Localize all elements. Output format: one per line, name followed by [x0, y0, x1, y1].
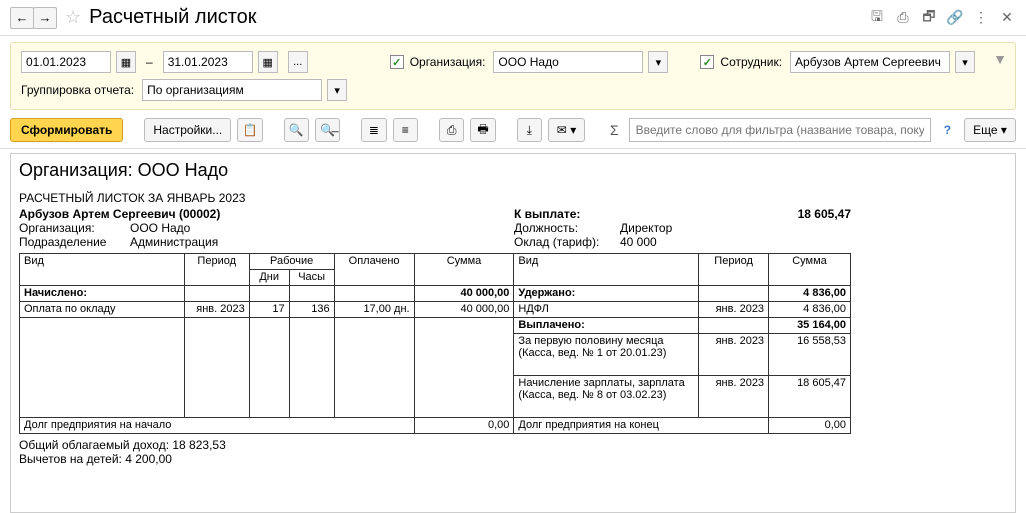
accrued-row-name: Оплата по окладу	[20, 302, 185, 318]
paid-row1-sum: 16 558,53	[769, 334, 851, 376]
emp-label: Сотрудник:	[720, 55, 782, 69]
withheld-row-period: янв. 2023	[699, 302, 769, 318]
withheld-row-sum: 4 836,00	[769, 302, 851, 318]
paid-row1-period: янв. 2023	[699, 334, 769, 376]
paid-total: 35 164,00	[769, 318, 851, 334]
col-summa-left: Сумма	[414, 254, 514, 286]
period-picker-button[interactable]: ...	[288, 51, 308, 73]
emp-checkbox[interactable]: ✓	[700, 55, 714, 69]
form-button[interactable]: Сформировать	[10, 118, 123, 142]
group-select[interactable]: По организациям	[142, 79, 322, 101]
col-dni: Дни	[249, 270, 289, 286]
print-settings-button[interactable]: 🖶	[470, 118, 495, 142]
col-period-right: Период	[699, 254, 769, 286]
link-icon[interactable]: 🔗	[946, 9, 964, 27]
report-period-line: РАСЧЕТНЫЙ ЛИСТОК ЗА ЯНВАРЬ 2023	[19, 191, 1007, 205]
org-checkbox[interactable]: ✓	[390, 55, 404, 69]
accrued-total: 40 000,00	[414, 286, 514, 302]
paid-row2-period: янв. 2023	[699, 376, 769, 418]
org-info-value: ООО Надо	[130, 221, 190, 235]
favorite-icon[interactable]: ☆	[65, 7, 81, 28]
report-org-title: Организация: ООО Надо	[19, 160, 1007, 181]
withheld-label: Удержано:	[514, 286, 699, 302]
group-dropdown-button[interactable]: ▾	[327, 79, 347, 101]
employee-name: Арбузов Артем Сергеевич (00002)	[19, 207, 514, 221]
deductions-line: Вычетов на детей: 4 200,00	[19, 452, 1007, 466]
mail-button[interactable]: ✉ ▾	[548, 118, 585, 142]
accrued-row-sum: 40 000,00	[414, 302, 514, 318]
accrued-row-paid: 17,00 дн.	[334, 302, 414, 318]
print-button[interactable]: ⎙	[439, 118, 464, 142]
org-select[interactable]: ООО Надо	[493, 51, 643, 73]
col-oplacheno: Оплачено	[334, 254, 414, 286]
copy-settings-button[interactable]: 📋	[237, 118, 262, 142]
accrued-row-hours: 136	[289, 302, 334, 318]
help-button[interactable]: ?	[937, 118, 958, 142]
more-icon[interactable]: ⋮	[972, 9, 990, 27]
col-vid-right: Вид	[514, 254, 699, 286]
paid-row2-sum: 18 605,47	[769, 376, 851, 418]
org-info-label: Организация:	[19, 221, 124, 235]
withheld-row-name: НДФЛ	[514, 302, 699, 318]
date-dash: –	[146, 55, 153, 69]
col-chasy: Часы	[289, 270, 334, 286]
dept-info-value: Администрация	[130, 235, 218, 249]
save-icon[interactable]: 🖫	[868, 9, 886, 27]
col-period-left: Период	[184, 254, 249, 286]
taxable-income-line: Общий облагаемый доход: 18 823,53	[19, 438, 1007, 452]
withheld-total: 4 836,00	[769, 286, 851, 302]
collapse-button[interactable]: ≡	[393, 118, 418, 142]
payout-label: К выплате:	[514, 207, 614, 221]
group-label: Группировка отчета:	[21, 83, 134, 97]
expand-button[interactable]: ≣	[361, 118, 386, 142]
org-label: Организация:	[410, 55, 486, 69]
position-value: Директор	[620, 221, 672, 235]
paid-label: Выплачено:	[514, 318, 699, 334]
paid-row1-name: За первую половину месяца (Касса, вед. №…	[514, 334, 699, 376]
debt-start-value: 0,00	[414, 418, 514, 434]
date-from-calendar-button[interactable]: ▦	[116, 51, 136, 73]
date-from-input[interactable]	[21, 51, 111, 73]
date-to-calendar-button[interactable]: ▦	[258, 51, 278, 73]
dept-info-label: Подразделение	[19, 235, 124, 249]
col-summa-right: Сумма	[769, 254, 851, 286]
nav-forward-button[interactable]: →	[33, 7, 57, 29]
payroll-table: Вид Период Рабочие Оплачено Сумма Вид Пе…	[19, 253, 851, 434]
settings-button[interactable]: Настройки...	[144, 118, 231, 142]
report-viewport[interactable]: Организация: ООО Надо РАСЧЕТНЫЙ ЛИСТОК З…	[10, 153, 1016, 513]
filter-search-input[interactable]	[629, 118, 931, 142]
salary-label: Оклад (тариф):	[514, 235, 614, 249]
page-title: Расчетный листок	[89, 6, 256, 29]
print-icon[interactable]: ⎙	[894, 9, 912, 27]
col-vid-left: Вид	[20, 254, 185, 286]
position-label: Должность:	[514, 221, 614, 235]
emp-dropdown-button[interactable]: ▾	[955, 51, 975, 73]
accrued-label: Начислено:	[20, 286, 185, 302]
close-icon[interactable]: ✕	[998, 9, 1016, 27]
col-rabochie: Рабочие	[249, 254, 334, 270]
paid-row2-name: Начисление зарплаты, зарплата (Касса, ве…	[514, 376, 699, 418]
find-clear-button[interactable]: 🔍̶	[315, 118, 340, 142]
debt-start-label: Долг предприятия на начало	[20, 418, 415, 434]
more-button[interactable]: Еще ▾	[964, 118, 1016, 142]
filter-icon[interactable]: ▼	[993, 51, 1007, 67]
preview-icon[interactable]: 🗗	[920, 9, 938, 27]
payout-value: 18 605,47	[798, 207, 851, 221]
date-to-input[interactable]	[163, 51, 253, 73]
debt-end-label: Долг предприятия на конец	[514, 418, 769, 434]
org-dropdown-button[interactable]: ▾	[648, 51, 668, 73]
sigma-icon[interactable]: Σ	[606, 122, 623, 138]
accrued-row-period: янв. 2023	[184, 302, 249, 318]
find-button[interactable]: 🔍	[284, 118, 309, 142]
accrued-row-days: 17	[249, 302, 289, 318]
emp-select[interactable]: Арбузов Артем Сергеевич	[790, 51, 950, 73]
debt-end-value: 0,00	[769, 418, 851, 434]
save-report-button[interactable]: ⤓	[517, 118, 542, 142]
nav-back-button[interactable]: ←	[10, 7, 34, 29]
salary-value: 40 000	[620, 235, 657, 249]
